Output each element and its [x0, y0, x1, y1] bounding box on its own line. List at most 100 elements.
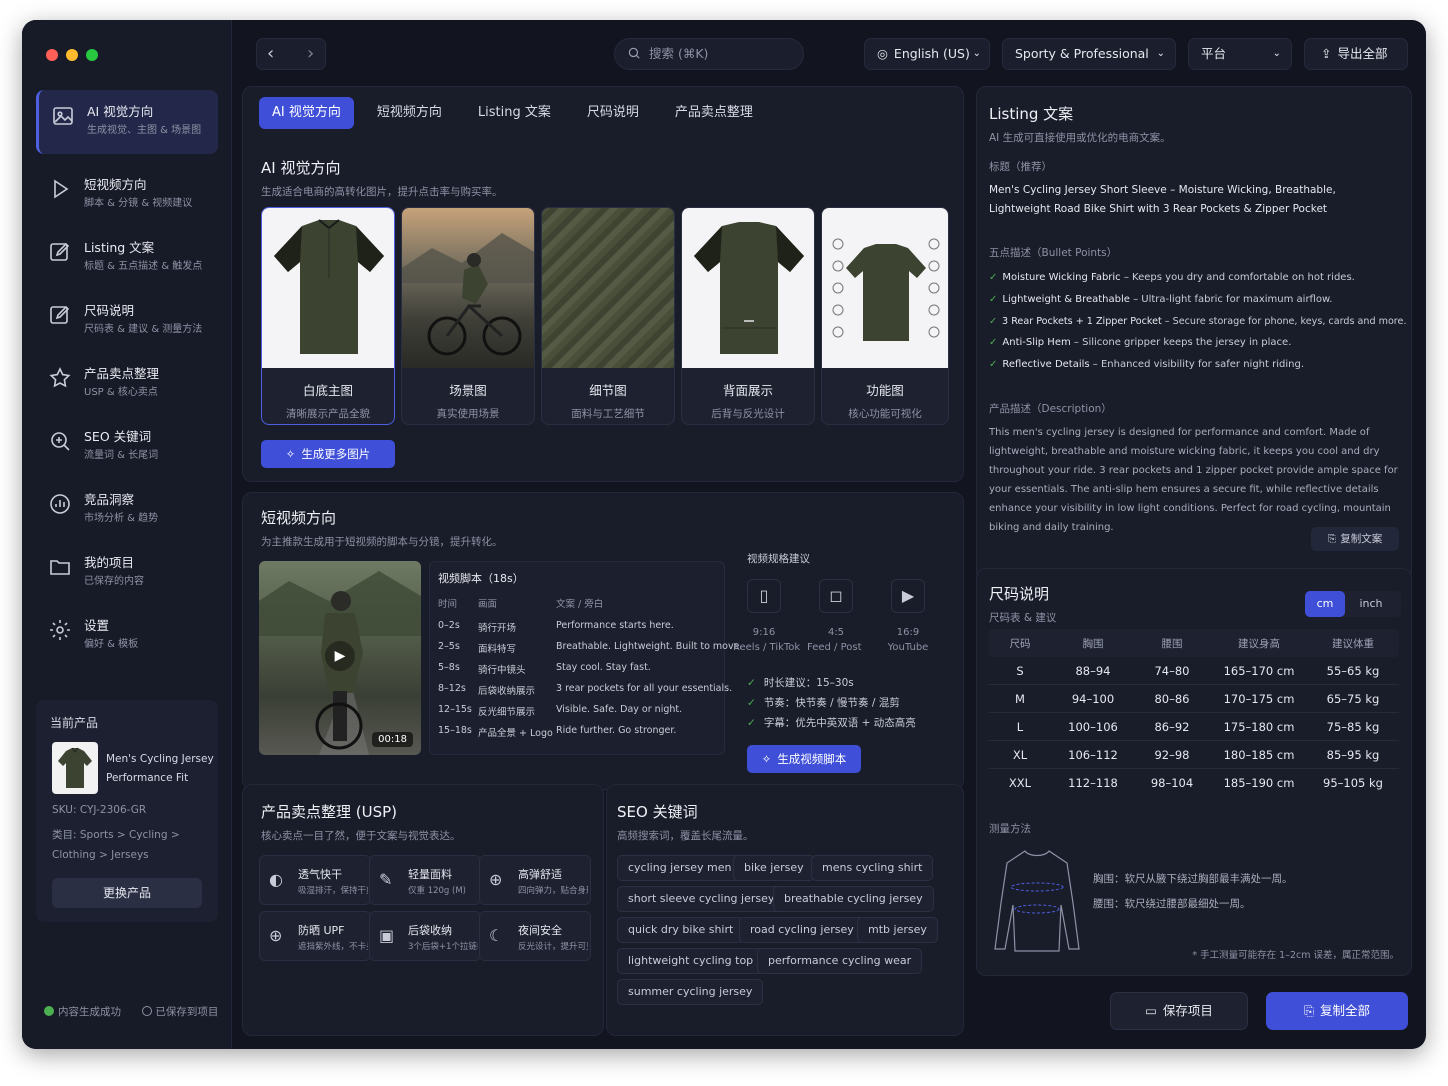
keyword-chip[interactable]: lightweight cycling top — [617, 948, 765, 974]
check-circle-icon: ✓ — [989, 293, 998, 305]
visual-card-scene[interactable]: 场景图 真实使用场景 — [401, 207, 535, 425]
close-window-button[interactable] — [46, 49, 58, 61]
search-icon — [628, 47, 640, 59]
check-icon: ✓ — [747, 677, 756, 689]
sidebar-item-size[interactable]: 尺码说明 尺码表 & 建议 & 测量方法 — [36, 289, 218, 353]
sidebar-item-title: SEO 关键词 — [84, 429, 152, 444]
visual-card-detail[interactable]: 细节图 面料与工艺细节 — [541, 207, 675, 425]
unit-inch-button[interactable]: inch — [1351, 591, 1391, 617]
card-sub: 清晰展示产品全貌 — [286, 408, 370, 420]
zoom-window-button[interactable] — [86, 49, 98, 61]
keyword-chip[interactable]: bike jersey — [733, 855, 815, 881]
sidebar-item-title: 设置 — [84, 618, 110, 633]
bullet-item: ✓ 3 Rear Pockets + 1 Zipper Pocket – Secu… — [989, 311, 1409, 333]
generate-video-script-button[interactable]: ✧ 生成视频脚本 — [747, 745, 861, 773]
minimize-window-button[interactable] — [66, 49, 78, 61]
copy-all-label: 复制全部 — [1320, 1003, 1371, 1018]
video-preview[interactable]: ▶ 00:18 — [259, 561, 421, 755]
sidebar-item-seo[interactable]: SEO 关键词流量词 & 长尾词 — [36, 415, 218, 479]
keyword-chip[interactable]: summer cycling jersey — [617, 979, 764, 1005]
current-product-meta: SKU: CYJ-2306-GR 类目: Sports > Cycling > … — [52, 800, 212, 865]
sidebar-item-sub: 流量词 & 长尾词 — [84, 450, 159, 461]
tab-listing[interactable]: Listing 文案 — [465, 97, 564, 129]
card-image — [682, 208, 814, 368]
sparkle-icon: ✧ — [761, 752, 772, 766]
product-name-line2: Performance Fit — [106, 772, 189, 784]
tab-usp[interactable]: 产品卖点整理 — [662, 97, 766, 129]
usp-sub: 3个后袋+1个拉链袋 — [408, 942, 478, 952]
section-subtitle: 尺码表 & 建议 — [989, 612, 1057, 624]
style-select[interactable]: Sporty & Professional ⌄ — [1002, 38, 1176, 70]
sidebar-item-title: 竞品洞察 — [84, 492, 135, 507]
row-time: 12–15s — [438, 704, 472, 715]
keyword-chip[interactable]: quick dry bike shirt — [617, 917, 745, 943]
product-category-line2: Clothing > Jerseys — [52, 849, 149, 861]
jersey-icon — [58, 747, 92, 788]
usp-title: 轻量面料 — [408, 868, 452, 881]
tab-size[interactable]: 尺码说明 — [574, 97, 652, 129]
ruler-icon — [50, 305, 70, 324]
cell-waist: 86–92 — [1154, 720, 1190, 734]
keyword-chip[interactable]: cycling jersey men — [617, 855, 743, 881]
row-copy: Visible. Safe. Day or night. — [556, 704, 683, 715]
cell-waist: 98–104 — [1150, 776, 1194, 790]
bullet-bold: Moisture Wicking Fabric — [1002, 272, 1121, 283]
change-product-button[interactable]: 更换产品 — [52, 878, 202, 908]
tab-short-video[interactable]: 短视频方向 — [364, 97, 455, 129]
star-icon — [49, 367, 71, 388]
tab-ai-visual[interactable]: AI 视觉方向 — [259, 97, 354, 129]
sidebar-item-short-video[interactable]: 短视频方向 脚本 & 分镜 & 视频建议 — [36, 163, 218, 227]
forward-arrow-icon[interactable]: › — [307, 39, 314, 69]
language-select[interactable]: ◎ English (US) ⌄ — [864, 38, 990, 70]
row-copy: Breathable. Lightweight. Built to move. — [556, 641, 743, 652]
copy-listing-button[interactable]: ⎘ 复制文案 — [1311, 527, 1399, 551]
visual-card-back[interactable]: 背面展示 后背与反光设计 — [681, 207, 815, 425]
back-arrow-icon[interactable]: ‹ — [267, 39, 274, 69]
row-time: 0–2s — [438, 620, 460, 631]
sidebar-item-settings[interactable]: 设置 偏好 & 模板 — [36, 604, 218, 668]
keyword-chip[interactable]: short sleeve cycling jersey — [617, 886, 786, 912]
usp-card: ⊕ 高弹舒适 四向弹力，贴合身形 — [479, 855, 591, 905]
cell-weight: 55–65 kg — [1326, 664, 1380, 678]
pocket-icon: ▣ — [379, 926, 395, 945]
visual-card-main[interactable]: 白底主图 清晰展示产品全貌 — [261, 207, 395, 425]
keyword-chip[interactable]: mens cycling shirt — [811, 855, 934, 881]
search-input[interactable]: 搜索 (⌘K) — [614, 38, 804, 70]
phone-icon: ▯ — [747, 579, 781, 613]
listing-title-label: 标题（推荐） — [989, 161, 1052, 173]
copy-all-button[interactable]: ⎘ 复制全部 — [1266, 992, 1408, 1030]
platform-select[interactable]: 平台 ⌄ — [1188, 38, 1292, 70]
spec-use: YouTube — [887, 642, 929, 653]
bullet-item: ✓ Reflective Details – Enhanced visibilit… — [989, 354, 1409, 376]
desc-line: enhance your visibility in low light con… — [989, 503, 1391, 514]
unit-cm-button[interactable]: cm — [1305, 591, 1345, 617]
check-icon: ✓ — [747, 717, 756, 729]
product-thumbnail — [52, 742, 98, 794]
ai-visual-panel: AI 视觉方向 短视频方向 Listing 文案 尺码说明 产品卖点整理 AI … — [242, 86, 964, 482]
desc-line: throughout your ride. 3 rear pockets and… — [989, 465, 1398, 476]
section-title: SEO 关键词 — [617, 803, 698, 821]
visual-card-function[interactable]: 功能图 核心功能可视化 — [821, 207, 949, 425]
cell-size: S — [1016, 664, 1024, 678]
history-nav: ‹ › — [256, 38, 326, 70]
sidebar-item-projects[interactable]: 我的项目 已保存的内容 — [36, 541, 218, 605]
sidebar-item-competitors[interactable]: 竞品洞察 市场分析 & 趋势 — [36, 478, 218, 542]
sidebar-item-usp[interactable]: 产品卖点整理 USP & 核心卖点 — [36, 352, 218, 416]
section-subtitle: 高频搜索词，覆盖长尾流量。 — [617, 830, 754, 842]
listing-title-text: Men's Cycling Jersey Short Sleeve – Mois… — [989, 181, 1409, 219]
sidebar-item-ai-visual[interactable]: AI 视觉方向 生成视觉、主图 & 场景图 — [36, 90, 218, 154]
measure-note: * 手工测量可能存在 1–2cm 误差，属正常范围。 — [1192, 950, 1399, 961]
keyword-chip[interactable]: mtb jersey — [857, 917, 938, 943]
export-all-button[interactable]: ⇪ 导出全部 — [1304, 38, 1408, 70]
product-name-line1: Men's Cycling Jersey — [106, 753, 214, 765]
save-project-button[interactable]: ▭ 保存项目 — [1110, 992, 1248, 1030]
spec-ratio: 9:16 — [752, 627, 776, 638]
sidebar-item-listing[interactable]: Listing 文案 标题 & 五点描述 & 触发点 — [36, 226, 218, 290]
play-icon[interactable]: ▶ — [325, 641, 355, 671]
keyword-chip[interactable]: performance cycling wear — [757, 948, 923, 974]
square-icon: ◻ — [819, 579, 853, 613]
keyword-chip[interactable]: breathable cycling jersey — [773, 886, 934, 912]
keyword-chip[interactable]: road cycling jersey — [739, 917, 865, 943]
cell-chest: 112–118 — [1068, 776, 1118, 790]
generate-more-images-button[interactable]: ✧ 生成更多图片 — [261, 440, 395, 468]
